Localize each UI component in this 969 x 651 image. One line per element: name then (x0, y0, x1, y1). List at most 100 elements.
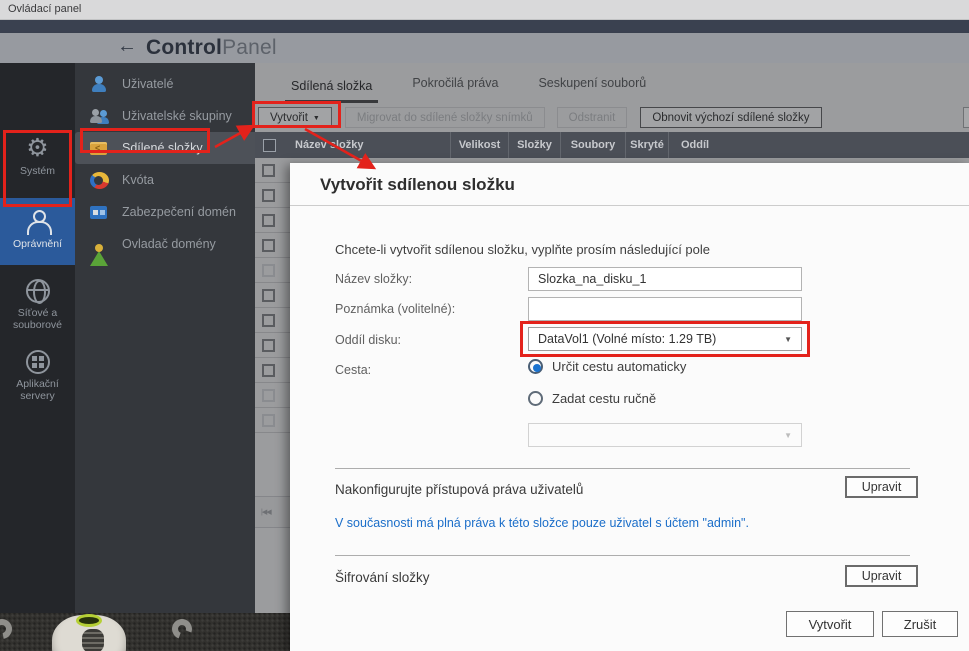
radio-manual-path[interactable]: Zadat cestu ručně (528, 391, 656, 406)
note-input[interactable] (528, 297, 802, 321)
sidebar-item-quota[interactable]: Kvóta (75, 164, 255, 196)
table-row (255, 308, 290, 333)
row-checkbox[interactable] (262, 163, 275, 177)
chevron-down-icon: ▼ (784, 430, 792, 440)
row-checkbox[interactable] (262, 213, 275, 227)
table-row (255, 183, 290, 208)
row-checkbox[interactable] (262, 188, 275, 202)
encryption-heading: Šifrování složky (335, 570, 430, 585)
column-folder-name[interactable]: Název složky (284, 132, 450, 158)
access-rights-heading: Nakonfigurujte přístupová práva uživatel… (335, 482, 584, 497)
row-checkbox[interactable] (262, 338, 275, 352)
table-row (255, 283, 290, 308)
shared-folder-icon (90, 140, 109, 157)
column-volume[interactable]: Oddíl (668, 132, 969, 158)
edit-access-rights-button[interactable]: Upravit (845, 476, 918, 498)
column-folders[interactable]: Složky (508, 132, 560, 158)
restore-defaults-button[interactable]: Obnovit výchozí sdílené složky (640, 107, 822, 128)
pager-bar: |◀◀ (255, 496, 290, 528)
volume-label: Oddíl disku: (335, 333, 402, 347)
volume-select-value: DataVol1 (Volné místo: 1.29 TB) (538, 332, 717, 346)
folder-name-label: Název složky: (335, 272, 413, 286)
tab-advanced-permissions[interactable]: Pokročilá práva (406, 76, 504, 103)
taskbar-strip (0, 20, 969, 33)
dialog-intro-text: Chcete-li vytvořit sdílenou složku, vypl… (335, 242, 711, 257)
radio-auto-path[interactable]: Určit cestu automaticky (528, 359, 686, 374)
window-title: Ovládací panel (8, 3, 82, 15)
row-checkbox (262, 413, 275, 427)
app-servers-icon (25, 350, 50, 374)
search-input-fragment[interactable] (963, 107, 969, 128)
column-hidden[interactable]: Skryté (625, 132, 668, 158)
category-sidebar: ⚙ Systém Oprávnění Síťové a souborové Apl… (0, 63, 75, 613)
sidebar-item-shared-folders[interactable]: Sdílené složky (75, 132, 255, 164)
dialog-create-button[interactable]: Vytvořit (786, 611, 874, 637)
first-page-icon[interactable]: |◀◀ (261, 508, 272, 516)
section-sidebar: Uživatelé Uživatelské skupiny Sdílené sl… (75, 63, 255, 613)
access-rights-note: V současnosti má plná práva k této složc… (335, 516, 749, 530)
row-checkbox[interactable] (262, 238, 275, 252)
tab-folder-aggregation[interactable]: Seskupení souborů (532, 76, 652, 103)
robot-eye-icon (76, 614, 102, 627)
globe-icon (25, 279, 50, 304)
radio-unselected-icon (528, 391, 543, 406)
delete-button[interactable]: Odstranit (556, 107, 628, 128)
migrate-button[interactable]: Migrovat do sdílené složky snímků (344, 107, 545, 128)
column-files[interactable]: Soubory (560, 132, 625, 158)
sidebar-item-domain-controller[interactable]: Ovladač domény (75, 228, 255, 266)
robot-grille-icon (82, 629, 104, 651)
chevron-down-icon: ▼ (784, 334, 792, 344)
sidebar-item-user-groups[interactable]: Uživatelské skupiny (75, 100, 255, 132)
qnap-robot-mascot (0, 613, 220, 651)
column-size[interactable]: Velikost (450, 132, 508, 158)
table-header: Název složky Velikost Složky Soubory Skr… (255, 132, 969, 158)
chevron-down-icon: ▼ (312, 115, 320, 122)
sidebar-item-users[interactable]: Uživatelé (75, 68, 255, 100)
domain-security-icon (90, 204, 109, 221)
app-header: ← ControlPanel (0, 33, 969, 63)
table-row (255, 333, 290, 358)
table-row (255, 208, 290, 233)
sidebar-item-app-servers[interactable]: Aplikační servery (0, 346, 75, 406)
sidebar-item-domain-security[interactable]: Zabezpečení domén (75, 196, 255, 228)
radio-selected-icon (528, 359, 543, 374)
sidebar-item-system[interactable]: ⚙ Systém (0, 131, 75, 179)
table-row (255, 158, 290, 183)
folder-name-input[interactable] (528, 267, 802, 291)
divider (290, 205, 969, 206)
domain-controller-icon (90, 236, 108, 266)
sidebar-item-network-file[interactable]: Síťové a souborové (0, 275, 75, 333)
table-row (255, 233, 290, 258)
tab-shared-folder[interactable]: Sdílená složka (285, 79, 379, 103)
row-checkbox[interactable] (262, 313, 275, 327)
tab-bar: Sdílená složka Pokročilá práva Seskupení… (255, 63, 969, 103)
note-label: Poznámka (volitelné): (335, 302, 456, 316)
table-row (255, 258, 290, 283)
select-all-checkbox[interactable] (263, 138, 276, 152)
user-group-icon (90, 108, 109, 125)
divider (335, 555, 910, 556)
table-row (255, 408, 290, 433)
manual-path-select: ▼ (528, 423, 802, 447)
create-shared-folder-dialog: Vytvořit sdílenou složku Chcete-li vytvo… (290, 163, 969, 651)
row-checkbox[interactable] (262, 288, 275, 302)
robot-claw-left-icon (0, 615, 16, 643)
window-titlebar: Ovládací panel (0, 0, 969, 20)
quota-donut-icon (90, 171, 109, 189)
path-label: Cesta: (335, 363, 372, 377)
edit-encryption-button[interactable]: Upravit (845, 565, 918, 587)
table-row (255, 383, 290, 408)
create-button[interactable]: Vytvořit ▼ (258, 107, 332, 128)
dialog-cancel-button[interactable]: Zrušit (882, 611, 958, 637)
volume-select[interactable]: DataVol1 (Volné místo: 1.29 TB) ▼ (528, 327, 802, 351)
robot-claw-right-icon (168, 615, 196, 643)
back-arrow-icon[interactable]: ← (117, 35, 137, 58)
user-icon (25, 210, 52, 235)
gear-icon: ⚙ (26, 134, 49, 162)
sidebar-item-permissions[interactable]: Oprávnění (0, 198, 75, 265)
row-checkbox (262, 263, 275, 277)
app-title: ControlPanel (146, 36, 277, 59)
row-checkbox (262, 388, 275, 402)
divider (335, 468, 910, 469)
row-checkbox[interactable] (262, 363, 275, 377)
